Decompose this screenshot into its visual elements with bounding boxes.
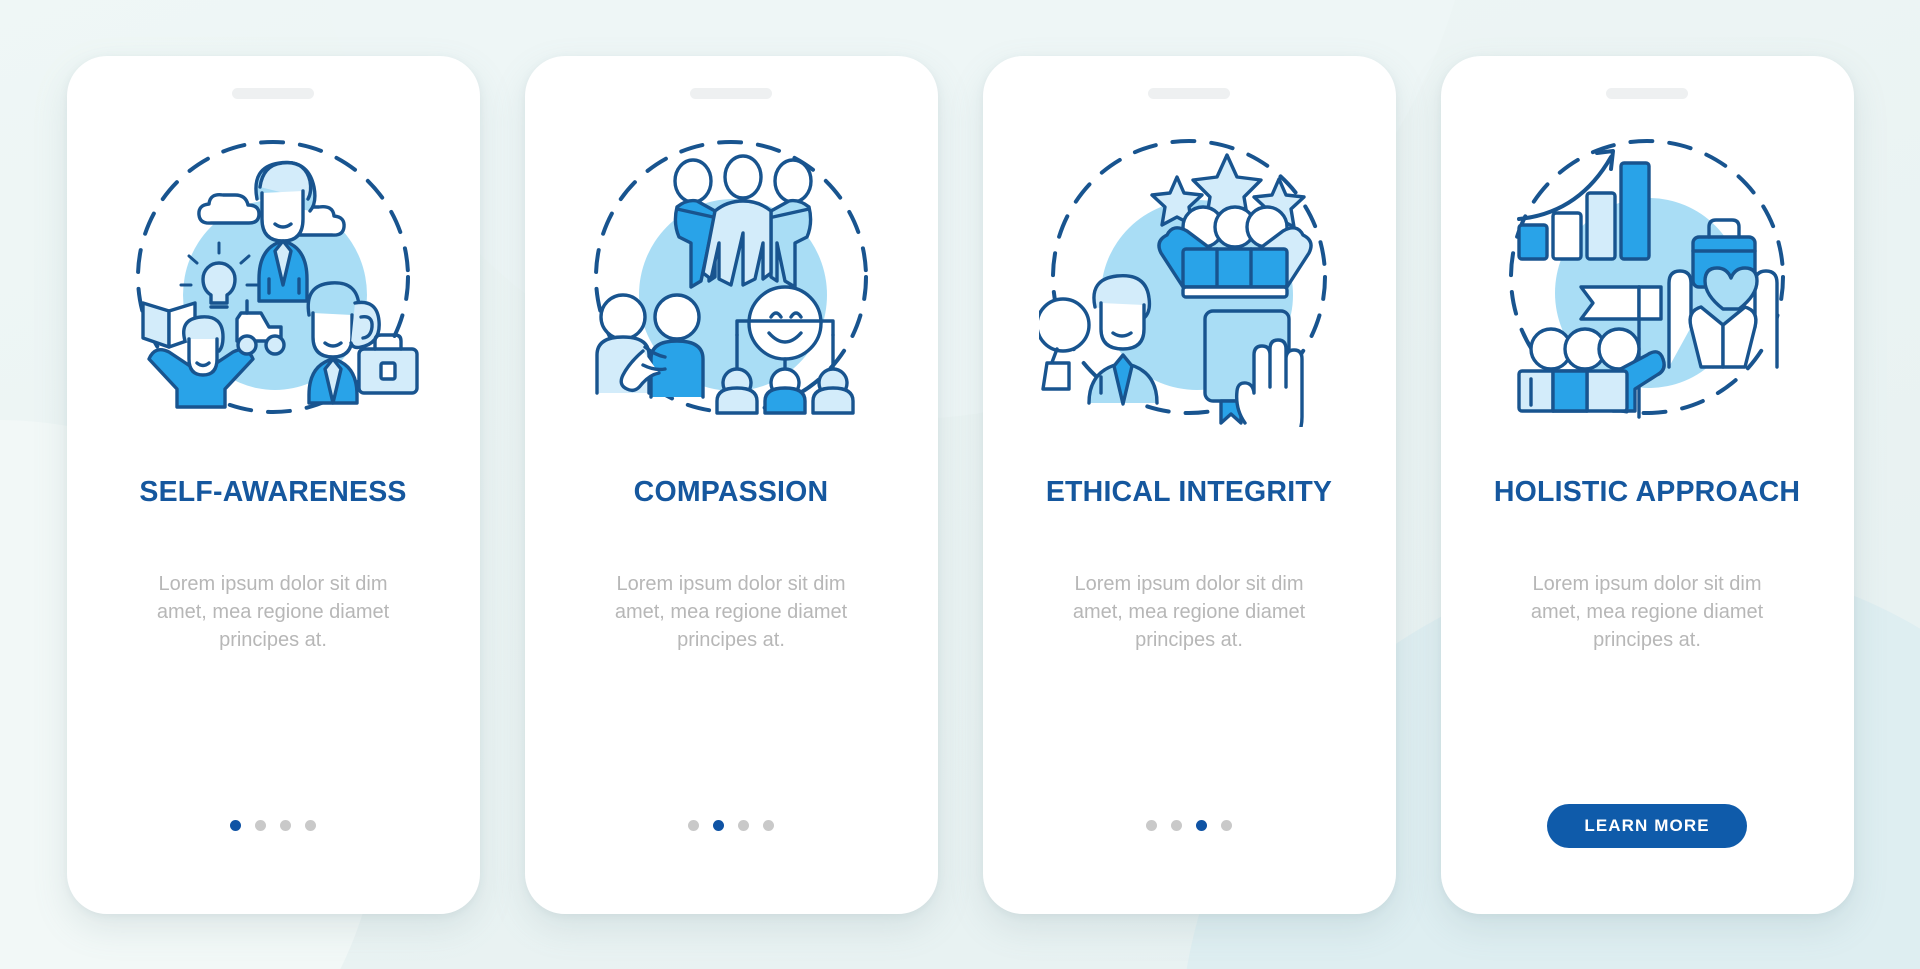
pagination-dot-4[interactable]	[1221, 820, 1232, 831]
pagination-dot-4[interactable]	[305, 820, 316, 831]
phone-speaker-bar	[1148, 87, 1230, 99]
phone-screen-ethical-integrity: ETHICAL INTEGRITY Lorem ipsum dolor sit …	[982, 55, 1396, 914]
pagination-dot-4[interactable]	[763, 820, 774, 831]
card-title: HOLISTIC APPROACH	[1493, 475, 1801, 508]
onboarding-screens-row: SELF-AWARENESS Lorem ipsum dolor sit dim…	[0, 0, 1920, 969]
phone-speaker-bar	[232, 87, 314, 99]
screen-footer	[230, 804, 316, 848]
pagination-dot-2[interactable]	[713, 820, 724, 831]
compassion-illustration	[581, 127, 881, 427]
screen-footer	[688, 804, 774, 848]
card-body-text: Lorem ipsum dolor sit dim amet, mea regi…	[156, 572, 390, 651]
pagination-dot-1[interactable]	[1146, 820, 1157, 831]
card-body-text: Lorem ipsum dolor sit dim amet, mea regi…	[1072, 572, 1306, 651]
screen-footer	[1146, 804, 1232, 848]
pagination-dot-1[interactable]	[230, 820, 241, 831]
phone-screen-self-awareness: SELF-AWARENESS Lorem ipsum dolor sit dim…	[66, 55, 480, 914]
pagination-dot-1[interactable]	[688, 820, 699, 831]
pagination-dot-2[interactable]	[255, 820, 266, 831]
pagination-dot-3[interactable]	[1196, 820, 1207, 831]
card-title: ETHICAL INTEGRITY	[1045, 475, 1333, 508]
pagination-dot-2[interactable]	[1171, 820, 1182, 831]
phone-speaker-bar	[1606, 87, 1688, 99]
ethical-integrity-illustration	[1039, 127, 1339, 427]
card-body-text: Lorem ipsum dolor sit dim amet, mea regi…	[614, 572, 848, 651]
phone-screen-holistic-approach: HOLISTIC APPROACH Lorem ipsum dolor sit …	[1440, 55, 1854, 914]
phone-screen-compassion: COMPASSION Lorem ipsum dolor sit dim ame…	[524, 55, 938, 914]
pagination-dots[interactable]	[230, 820, 316, 831]
card-body-text: Lorem ipsum dolor sit dim amet, mea regi…	[1530, 572, 1764, 651]
holistic-approach-illustration	[1497, 127, 1797, 427]
pagination-dots[interactable]	[1146, 820, 1232, 831]
card-title: SELF-AWARENESS	[139, 475, 407, 508]
pagination-dot-3[interactable]	[280, 820, 291, 831]
self-awareness-illustration	[123, 127, 423, 427]
phone-speaker-bar	[690, 87, 772, 99]
pagination-dot-3[interactable]	[738, 820, 749, 831]
screen-footer: LEARN MORE	[1547, 803, 1747, 848]
learn-more-button[interactable]: LEARN MORE	[1547, 803, 1747, 848]
pagination-dots[interactable]	[688, 820, 774, 831]
card-title: COMPASSION	[633, 475, 829, 508]
